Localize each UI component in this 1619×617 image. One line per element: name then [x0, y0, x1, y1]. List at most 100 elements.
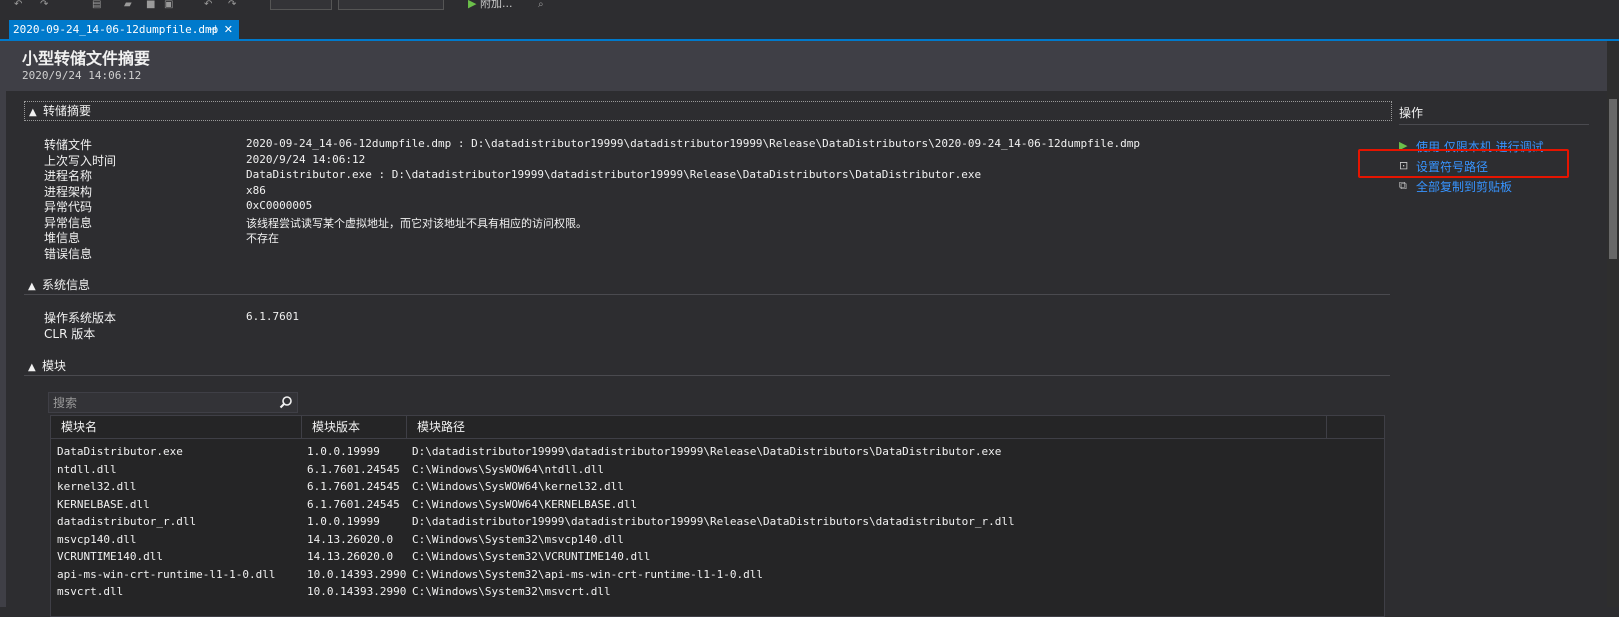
- open-icon[interactable]: ▰: [124, 0, 132, 10]
- field-value: 2020/9/24 14:06:12: [246, 152, 366, 166]
- table-row[interactable]: msvcrt.dll 10.0.14393.2990 C:\Windows\Syst…: [51, 583, 1384, 600]
- save-all-icon[interactable]: ▣: [164, 0, 173, 10]
- table-row[interactable]: datadistributor_r.dll 1.0.0.19999 D:\datad…: [51, 513, 1384, 530]
- tab-label: 2020-09-24_14-06-12dumpfile.dmp: [13, 23, 219, 36]
- module-name-cell: msvcp140.dll: [57, 532, 137, 546]
- module-version-cell: 6.1.7601.24545: [307, 497, 400, 511]
- module-version-cell: 10.0.14393.2990: [307, 567, 407, 581]
- field-value: 6.1.7601: [246, 310, 299, 323]
- table-row[interactable]: ntdll.dll 6.1.7601.24545 C:\Windows\SysWOW…: [51, 461, 1384, 478]
- attach-button[interactable]: ▶ 附加...: [468, 0, 512, 10]
- module-name-cell: VCRUNTIME140.dll: [57, 550, 163, 563]
- section-system-info[interactable]: ▲ 系统信息: [24, 276, 1390, 295]
- search-input[interactable]: [49, 393, 269, 412]
- close-icon[interactable]: ✕: [224, 20, 233, 39]
- modules-table: 模块名 模块版本 模块路径 DataDistributor.exe 1.0.0.1…: [50, 415, 1385, 617]
- module-version-cell: 1.0.0.19999: [307, 445, 380, 458]
- module-version-cell: 14.13.26020.0: [307, 532, 394, 546]
- field-value: DataDistributor.exe : D:\datadistributor…: [246, 168, 982, 181]
- chevron-up-icon: ▲: [28, 281, 36, 292]
- pin-icon[interactable]: ⊣: [207, 20, 217, 39]
- module-path-cell: C:\Windows\System32\msvcrt.dll: [412, 585, 611, 598]
- undo-icon[interactable]: ↶: [14, 0, 22, 10]
- module-version-cell: 14.13.26020.0: [307, 550, 394, 563]
- module-name-cell: api-ms-win-crt-runtime-l1-1-0.dll: [57, 567, 276, 581]
- field-label: 转储文件: [44, 138, 93, 152]
- solution-config-dropdown[interactable]: [270, 0, 332, 10]
- field-label: 异常代码: [44, 200, 93, 214]
- field-value: 0xC0000005: [246, 199, 313, 212]
- module-path-cell: C:\Windows\SysWOW64\kernel32.dll: [412, 480, 624, 493]
- module-path-cell: D:\datadistributor19999\datadistributor1…: [412, 445, 1002, 458]
- tab-dumpfile[interactable]: 2020-09-24_14-06-12dumpfile.dmp ⊣ ✕: [9, 20, 239, 39]
- module-search-box: [48, 392, 298, 413]
- field-value: 该线程尝试读写某个虚拟地址，而它对该地址不具有相应的访问权限。: [246, 216, 587, 230]
- field-label: 操作系统版本: [44, 311, 117, 325]
- field-label: 异常信息: [44, 215, 93, 230]
- table-row[interactable]: api-ms-win-crt-runtime-l1-1-0.dll 10.0.14…: [51, 566, 1384, 583]
- section-title: 模块: [42, 359, 67, 373]
- page-subtitle: 2020/9/24 14:06:12: [22, 69, 142, 82]
- module-name-cell: kernel32.dll: [57, 480, 137, 493]
- module-name-cell: ntdll.dll: [57, 462, 117, 476]
- field-value: x86: [246, 183, 266, 197]
- dump-summary-document: 小型转储文件摘要 2020/9/24 14:06:12 ▲ 转储摘要 转储文件 20…: [6, 41, 1607, 617]
- module-name-cell: msvcrt.dll: [57, 585, 124, 598]
- column-header-module-name[interactable]: 模块名: [51, 416, 302, 438]
- search-icon[interactable]: [279, 395, 293, 409]
- highlight-box: [1358, 149, 1569, 178]
- redo-icon[interactable]: ↷: [40, 0, 48, 10]
- module-path-cell: C:\Windows\System32\msvcp140.dll: [412, 532, 624, 546]
- field-label: 进程架构: [44, 184, 93, 199]
- find-icon[interactable]: ⌕: [538, 0, 544, 10]
- section-modules[interactable]: ▲ 模块: [24, 357, 1390, 376]
- copy-all-to-clipboard-link[interactable]: 全部复制到剪贴板: [1416, 178, 1512, 195]
- solution-platform-dropdown[interactable]: [338, 0, 444, 10]
- field-label: CLR 版本: [44, 326, 96, 341]
- actions-title: 操作: [1399, 104, 1589, 125]
- module-version-cell: 10.0.14393.2990: [307, 585, 407, 598]
- table-row[interactable]: kernel32.dll 6.1.7601.24545 C:\Windows\Sys…: [51, 478, 1384, 495]
- field-value: 不存在: [246, 232, 279, 245]
- table-row[interactable]: msvcp140.dll 14.13.26020.0 C:\Windows\Syst…: [51, 531, 1384, 548]
- column-header-module-path[interactable]: 模块路径: [407, 416, 1327, 438]
- section-title: 转储摘要: [43, 104, 92, 118]
- table-row[interactable]: KERNELBASE.dll 6.1.7601.24545 C:\Windows\S…: [51, 496, 1384, 513]
- field-value: 2020-09-24_14-06-12dumpfile.dmp : D:\dat…: [246, 137, 1141, 150]
- new-item-icon[interactable]: ▤: [92, 0, 101, 10]
- section-dump-summary[interactable]: ▲ 转储摘要: [24, 101, 1392, 121]
- module-version-cell: 6.1.7601.24545: [307, 480, 400, 493]
- page-title: 小型转储文件摘要: [22, 49, 151, 68]
- module-version-cell: 6.1.7601.24545: [307, 462, 400, 476]
- redo2-icon[interactable]: ↷: [228, 0, 236, 10]
- module-path-cell: C:\Windows\SysWOW64\ntdll.dll: [412, 462, 605, 476]
- module-name-cell: datadistributor_r.dll: [57, 515, 197, 528]
- module-path-cell: D:\datadistributor19999\datadistributor1…: [412, 515, 1015, 528]
- chevron-up-icon: ▲: [28, 362, 36, 373]
- save-icon[interactable]: ■: [146, 0, 155, 10]
- module-version-cell: 1.0.0.19999: [307, 515, 380, 528]
- module-name-cell: DataDistributor.exe: [57, 445, 183, 458]
- table-row[interactable]: VCRUNTIME140.dll 14.13.26020.0 C:\Windows\…: [51, 548, 1384, 565]
- chevron-up-icon: ▲: [29, 107, 37, 118]
- table-row[interactable]: DataDistributor.exe 1.0.0.19999 D:\datadis…: [51, 443, 1384, 460]
- module-path-cell: C:\Windows\System32\api-ms-win-crt-runti…: [412, 567, 763, 581]
- field-label: 错误信息: [44, 246, 93, 261]
- table-header: 模块名 模块版本 模块路径: [51, 416, 1384, 439]
- vertical-scrollbar[interactable]: [1607, 41, 1619, 607]
- section-title: 系统信息: [42, 278, 91, 292]
- module-name-cell: KERNELBASE.dll: [57, 497, 150, 511]
- toolbar: ↶ ↷ ▤ ▰ ■ ▣ ↶ ↷ ▶ 附加... ⌕: [0, 0, 1619, 14]
- field-label: 上次写入时间: [44, 153, 117, 168]
- field-label: 进程名称: [44, 169, 93, 183]
- copy-icon: ⧉: [1399, 179, 1407, 192]
- play-icon: ▶: [468, 0, 477, 10]
- document-tab-strip: 2020-09-24_14-06-12dumpfile.dmp ⊣ ✕: [0, 20, 1619, 41]
- scrollbar-thumb[interactable]: [1609, 99, 1617, 259]
- module-path-cell: C:\Windows\System32\VCRUNTIME140.dll: [412, 550, 651, 563]
- module-path-cell: C:\Windows\SysWOW64\KERNELBASE.dll: [412, 497, 638, 511]
- column-header-module-version[interactable]: 模块版本: [302, 416, 407, 438]
- undo2-icon[interactable]: ↶: [204, 0, 212, 10]
- page-header: 小型转储文件摘要 2020/9/24 14:06:12: [6, 41, 1607, 91]
- field-label: 堆信息: [44, 231, 81, 245]
